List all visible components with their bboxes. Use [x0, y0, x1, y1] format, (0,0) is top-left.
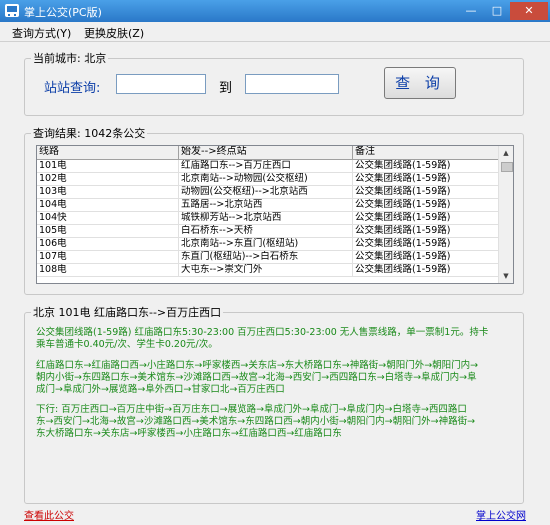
- table-row[interactable]: 107电 东直门(枢纽站)-->白石桥东 公交集团线路(1-59路): [37, 251, 500, 264]
- col-header-terminals[interactable]: 始发-->终点站: [179, 146, 353, 159]
- cell-route: 105电: [37, 225, 179, 237]
- to-label: 到: [219, 81, 233, 96]
- cell-route: 106电: [37, 238, 179, 250]
- window-title: 掌上公交(PC版): [24, 6, 102, 19]
- table-scrollbar[interactable]: ▲ ▼: [498, 146, 513, 283]
- title-bar: 掌上公交(PC版) — □ ✕: [0, 0, 550, 22]
- menu-change-skin[interactable]: 更换皮肤(Z): [84, 25, 144, 41]
- table-row[interactable]: 104快 城铁柳芳站-->北京站西 公交集团线路(1-59路): [37, 212, 500, 225]
- window-controls: — □ ✕: [458, 2, 548, 20]
- cell-note: 公交集团线路(1-59路): [353, 186, 500, 198]
- route-table[interactable]: 线路 始发-->终点站 备注 101电 红庙路口东-->百万庄西口 公交集团线路(1…: [36, 145, 514, 284]
- cell-note: 公交集团线路(1-59路): [353, 160, 500, 172]
- down-direction-stops: 东大桥路口东→关东店→呼家楼西→小庄路口东→红庙路口西→红庙路口东: [36, 428, 342, 439]
- scroll-down-icon[interactable]: ▼: [499, 269, 513, 283]
- cell-terminals: 北京南站-->东直门(枢纽站): [179, 238, 353, 250]
- table-body: 101电 红庙路口东-->百万庄西口 公交集团线路(1-59路) 102电 北京南站-…: [37, 160, 500, 277]
- table-row[interactable]: 104电 五路居-->北京站西 公交集团线路(1-59路): [37, 199, 500, 212]
- cell-terminals: 五路居-->北京站西: [179, 199, 353, 211]
- cell-note: 公交集团线路(1-59路): [353, 251, 500, 263]
- cell-note: 公交集团线路(1-59路): [353, 264, 500, 276]
- bus-icon: [5, 4, 19, 17]
- col-header-note[interactable]: 备注: [353, 146, 500, 159]
- cell-terminals: 大屯东-->崇文门外: [179, 264, 353, 276]
- cell-terminals: 东直门(枢纽站)-->白石桥东: [179, 251, 353, 263]
- up-direction-stops: 红庙路口东→红庙路口西→小庄路口东→呼家楼西→关东店→东大桥路口东→神路街→朝阳…: [36, 360, 479, 371]
- cell-terminals: 红庙路口东-->百万庄西口: [179, 160, 353, 172]
- table-row[interactable]: 101电 红庙路口东-->百万庄西口 公交集团线路(1-59路): [37, 160, 500, 173]
- table-header: 线路 始发-->终点站 备注: [37, 146, 500, 160]
- station-query-label: 站站查询:: [44, 81, 101, 96]
- table-row[interactable]: 103电 动物园(公交枢纽)-->北京站西 公交集团线路(1-59路): [37, 186, 500, 199]
- down-direction-stops: 东→西安门→北海→故宫→沙滩路口西→美术馆东→东四路口西→朝内小街→朝阳门内→朝…: [36, 416, 476, 427]
- query-button[interactable]: 查 询: [384, 67, 456, 99]
- table-row[interactable]: 106电 北京南站-->东直门(枢纽站) 公交集团线路(1-59路): [37, 238, 500, 251]
- cell-route: 101电: [37, 160, 179, 172]
- cell-note: 公交集团线路(1-59路): [353, 238, 500, 250]
- site-link[interactable]: 掌上公交网: [476, 507, 526, 522]
- cell-note: 公交集团线路(1-59路): [353, 225, 500, 237]
- cell-terminals: 白石桥东-->天桥: [179, 225, 353, 237]
- menu-bar: 查询方式(Y) 更换皮肤(Z): [0, 22, 550, 42]
- col-header-route[interactable]: 线路: [37, 146, 179, 159]
- from-station-input[interactable]: [116, 74, 206, 94]
- route-info-line: 乘车普通卡0.40元/次、学生卡0.20元/次。: [36, 339, 218, 350]
- scroll-up-icon[interactable]: ▲: [499, 146, 513, 160]
- close-button[interactable]: ✕: [510, 2, 548, 20]
- cell-terminals: 北京南站-->动物园(公交枢纽): [179, 173, 353, 185]
- cell-note: 公交集团线路(1-59路): [353, 199, 500, 211]
- menu-query-mode[interactable]: 查询方式(Y): [12, 25, 71, 41]
- to-station-input[interactable]: [245, 74, 339, 94]
- table-row[interactable]: 108电 大屯东-->崇文门外 公交集团线路(1-59路): [37, 264, 500, 277]
- cell-route: 108电: [37, 264, 179, 276]
- maximize-button[interactable]: □: [484, 2, 510, 20]
- current-city-label: 当前城市: 北京: [33, 52, 107, 65]
- up-direction-stops: 朝内小街→东四路口东→美术馆东→沙滩路口西→故宫→北海→西安门→西四路口东→白塔…: [36, 372, 477, 383]
- cell-route: 107电: [37, 251, 179, 263]
- cell-route: 104快: [37, 212, 179, 224]
- minimize-button[interactable]: —: [458, 2, 484, 20]
- down-direction-stops: 下行: 百万庄西口→百万庄中街→百万庄东口→展览路→阜成门外→阜成门→阜成门内→…: [36, 404, 467, 415]
- table-row[interactable]: 102电 北京南站-->动物园(公交枢纽) 公交集团线路(1-59路): [37, 173, 500, 186]
- up-direction-stops: 成门→阜成门外→展览路→阜外西口→甘家口北→百万庄西口: [36, 384, 285, 395]
- cell-route: 103电: [37, 186, 179, 198]
- cell-terminals: 城铁柳芳站-->北京站西: [179, 212, 353, 224]
- cell-note: 公交集团线路(1-59路): [353, 212, 500, 224]
- route-detail-title: 北京 101电 红庙路口东-->百万庄西口: [33, 306, 222, 319]
- route-info-line: 公交集团线路(1-59路) 红庙路口东5:30-23:00 百万庄西口5:30-…: [36, 327, 489, 338]
- table-row[interactable]: 105电 白石桥东-->天桥 公交集团线路(1-59路): [37, 225, 500, 238]
- cell-terminals: 动物园(公交枢纽)-->北京站西: [179, 186, 353, 198]
- cell-route: 104电: [37, 199, 179, 211]
- scroll-thumb[interactable]: [501, 162, 513, 172]
- cell-route: 102电: [37, 173, 179, 185]
- results-count-label: 查询结果: 1042条公交: [33, 127, 146, 140]
- view-bus-link[interactable]: 查看此公交: [24, 507, 74, 522]
- cell-note: 公交集团线路(1-59路): [353, 173, 500, 185]
